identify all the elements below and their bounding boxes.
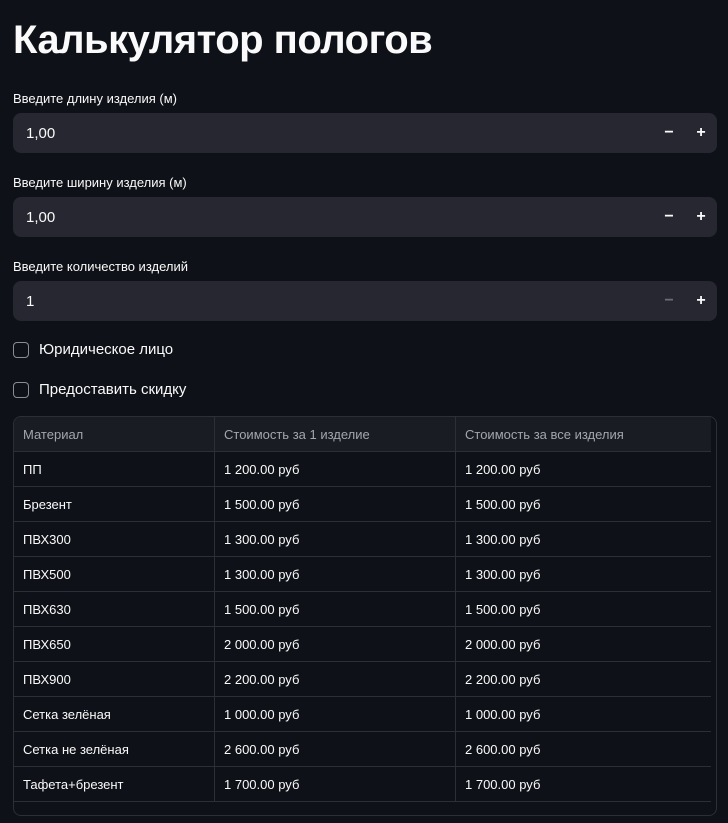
cell-total-cost[interactable]: 2 000.00 руб bbox=[456, 627, 711, 661]
table-row: Тафета+брезент 1 700.00 руб 1 700.00 руб bbox=[14, 767, 711, 802]
cell-unit-cost[interactable]: 1 500.00 руб bbox=[215, 592, 456, 626]
discount-checkbox[interactable]: Предоставить скидку bbox=[13, 381, 186, 398]
width-input[interactable]: 1,00 − + bbox=[13, 197, 717, 237]
header-total-cost[interactable]: Стоимость за все изделия bbox=[456, 417, 711, 451]
table-row: ПП 1 200.00 руб 1 200.00 руб bbox=[14, 452, 711, 487]
cell-total-cost[interactable]: 2 200.00 руб bbox=[456, 662, 711, 696]
legal-entity-checkbox[interactable]: Юридическое лицо bbox=[13, 341, 173, 358]
checkbox-box[interactable] bbox=[13, 381, 29, 398]
quantity-increment-button[interactable]: + bbox=[685, 281, 717, 321]
cell-material[interactable]: Брезент bbox=[14, 487, 215, 521]
discount-label: Предоставить скидку bbox=[39, 381, 187, 398]
cell-unit-cost[interactable]: 1 000.00 руб bbox=[215, 697, 456, 731]
quantity-decrement-button[interactable]: − bbox=[653, 281, 685, 321]
legal-entity-label: Юридическое лицо bbox=[39, 341, 174, 358]
width-increment-button[interactable]: + bbox=[685, 197, 717, 237]
quantity-value[interactable]: 1 bbox=[13, 293, 653, 310]
cell-total-cost[interactable]: 1 200.00 руб bbox=[456, 452, 711, 486]
cell-unit-cost[interactable]: 1 200.00 руб bbox=[215, 452, 456, 486]
cell-unit-cost[interactable]: 2 000.00 руб bbox=[215, 627, 456, 661]
cell-unit-cost[interactable]: 1 500.00 руб bbox=[215, 487, 456, 521]
cell-material[interactable]: Тафета+брезент bbox=[14, 767, 215, 801]
checkbox-box[interactable] bbox=[13, 341, 29, 358]
cell-unit-cost[interactable]: 1 700.00 руб bbox=[215, 767, 456, 801]
width-label: Введите ширину изделия (м) bbox=[13, 175, 187, 190]
width-decrement-button[interactable]: − bbox=[653, 197, 685, 237]
quantity-label: Введите количество изделий bbox=[13, 259, 188, 274]
cell-total-cost[interactable]: 1 300.00 руб bbox=[456, 557, 711, 591]
length-value[interactable]: 1,00 bbox=[13, 125, 653, 142]
page-title: Калькулятор пологов bbox=[13, 18, 433, 62]
cell-material[interactable]: ПП bbox=[14, 452, 215, 486]
cell-material[interactable]: ПВХ900 bbox=[14, 662, 215, 696]
quantity-input[interactable]: 1 − + bbox=[13, 281, 717, 321]
table-row: ПВХ630 1 500.00 руб 1 500.00 руб bbox=[14, 592, 711, 627]
header-material[interactable]: Материал bbox=[14, 417, 215, 451]
cell-material[interactable]: ПВХ300 bbox=[14, 522, 215, 556]
cell-material[interactable]: ПВХ630 bbox=[14, 592, 215, 626]
table-row: ПВХ900 2 200.00 руб 2 200.00 руб bbox=[14, 662, 711, 697]
cell-total-cost[interactable]: 1 500.00 руб bbox=[456, 487, 711, 521]
length-input[interactable]: 1,00 − + bbox=[13, 113, 717, 153]
price-table[interactable]: Материал Стоимость за 1 изделие Стоимост… bbox=[13, 416, 717, 816]
length-label: Введите длину изделия (м) bbox=[13, 91, 178, 106]
cell-material[interactable]: ПВХ500 bbox=[14, 557, 215, 591]
table-row: Брезент 1 500.00 руб 1 500.00 руб bbox=[14, 487, 711, 522]
cell-unit-cost[interactable]: 2 600.00 руб bbox=[215, 732, 456, 766]
cell-total-cost[interactable]: 1 700.00 руб bbox=[456, 767, 711, 801]
cell-material[interactable]: ПВХ650 bbox=[14, 627, 215, 661]
cell-total-cost[interactable]: 1 500.00 руб bbox=[456, 592, 711, 626]
table-row: ПВХ650 2 000.00 руб 2 000.00 руб bbox=[14, 627, 711, 662]
cell-total-cost[interactable]: 2 600.00 руб bbox=[456, 732, 711, 766]
cell-unit-cost[interactable]: 1 300.00 руб bbox=[215, 522, 456, 556]
table-row: Сетка зелёная 1 000.00 руб 1 000.00 руб bbox=[14, 697, 711, 732]
cell-unit-cost[interactable]: 1 300.00 руб bbox=[215, 557, 456, 591]
table-row: Сетка не зелёная 2 600.00 руб 2 600.00 руб bbox=[14, 732, 711, 767]
header-unit-cost[interactable]: Стоимость за 1 изделие bbox=[215, 417, 456, 451]
length-increment-button[interactable]: + bbox=[685, 113, 717, 153]
cell-total-cost[interactable]: 1 000.00 руб bbox=[456, 697, 711, 731]
cell-material[interactable]: Сетка зелёная bbox=[14, 697, 215, 731]
length-decrement-button[interactable]: − bbox=[653, 113, 685, 153]
cell-total-cost[interactable]: 1 300.00 руб bbox=[456, 522, 711, 556]
table-row: ПВХ500 1 300.00 руб 1 300.00 руб bbox=[14, 557, 711, 592]
table-row: ПВХ300 1 300.00 руб 1 300.00 руб bbox=[14, 522, 711, 557]
cell-material[interactable]: Сетка не зелёная bbox=[14, 732, 215, 766]
width-value[interactable]: 1,00 bbox=[13, 209, 653, 226]
table-header: Материал Стоимость за 1 изделие Стоимост… bbox=[14, 417, 711, 452]
cell-unit-cost[interactable]: 2 200.00 руб bbox=[215, 662, 456, 696]
